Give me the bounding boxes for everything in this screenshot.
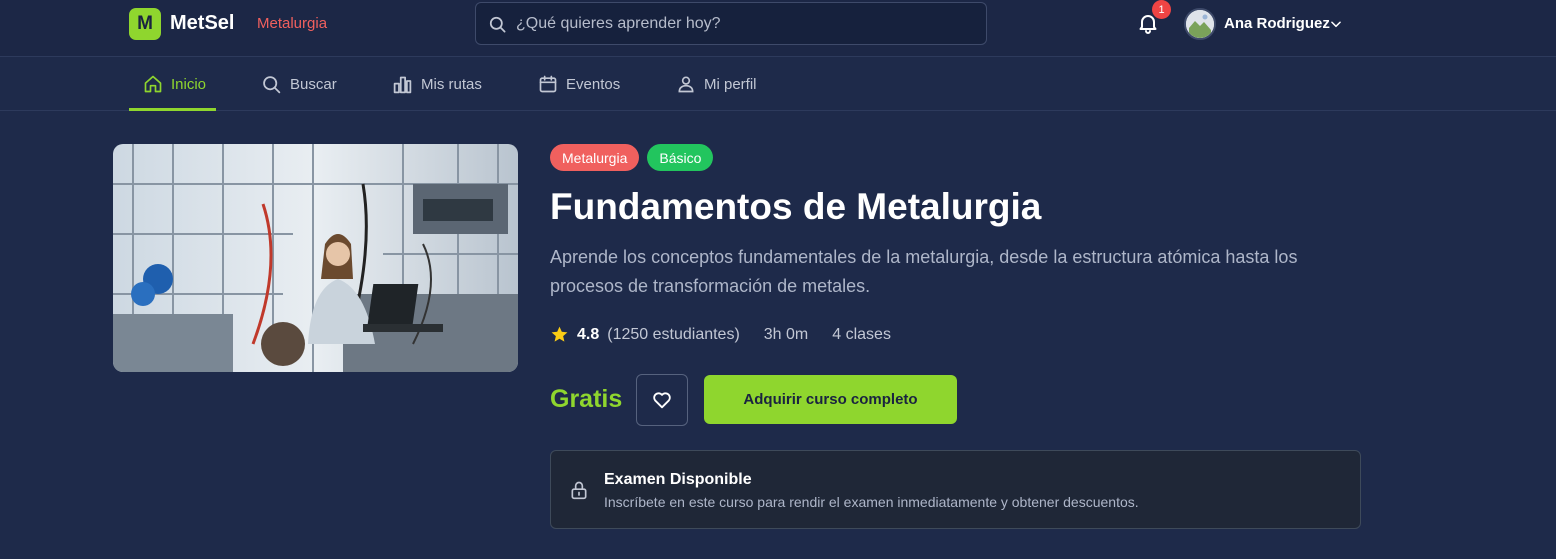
course-description: Aprende los conceptos fundamentales de l… [550, 247, 1298, 296]
search-icon [489, 16, 506, 33]
avatar[interactable] [1184, 8, 1216, 40]
nav-label: Mis rutas [421, 75, 482, 93]
heart-icon [653, 392, 671, 409]
home-icon [144, 75, 162, 93]
nav-item-inicio[interactable]: Inicio [143, 57, 206, 111]
buy-course-button[interactable]: Adquirir curso completo [704, 375, 957, 424]
search-bar [475, 2, 987, 45]
avatar-placeholder-icon [1186, 10, 1214, 38]
nav-label: Eventos [566, 75, 621, 93]
search-icon [263, 75, 281, 93]
brand-name[interactable]: MetSel [170, 12, 234, 35]
nav-item-mi-perfil[interactable]: Mi perfil [676, 57, 757, 111]
nav-label: Mi perfil [704, 75, 757, 93]
lock-icon [571, 481, 587, 500]
course-badges: Metalurgia Básico [550, 144, 714, 171]
course-stats: 4.8 (1250 estudiantes) 3h 0m 4 clases [550, 325, 891, 344]
notification-badge: 1 [1152, 0, 1171, 19]
class-count: 4 clases [832, 325, 891, 343]
star-icon [551, 326, 568, 342]
category-badge: Metalurgia [550, 144, 640, 171]
rating-value: 4.8 [577, 325, 600, 343]
exam-notice-card: Examen Disponible Inscríbete en este cur… [550, 450, 1361, 529]
chart-icon [393, 76, 412, 93]
course-title: Fundamentos de Metalurgia [550, 186, 1042, 227]
nav-item-mis-rutas[interactable]: Mis rutas [392, 57, 482, 111]
search-input[interactable] [516, 3, 976, 44]
user-name[interactable]: Ana Rodriguez [1224, 15, 1330, 32]
favorite-button[interactable] [636, 374, 688, 426]
nav-label: Inicio [171, 75, 207, 93]
user-icon [678, 76, 694, 93]
calendar-icon [539, 75, 557, 93]
course-price: Gratis [550, 385, 623, 413]
level-badge: Básico [647, 144, 714, 171]
chevron-down-icon[interactable] [1329, 17, 1343, 31]
top-bar: M MetSel Metalurgia 1 Ana Rodriguez [0, 0, 1556, 57]
exam-subtitle: Inscríbete en este curso para rendir el … [604, 494, 1139, 510]
course-duration: 3h 0m [763, 325, 809, 343]
logo[interactable]: M [129, 8, 161, 40]
active-tab-indicator [129, 108, 216, 111]
nav-label: Buscar [290, 75, 337, 93]
brand-tag: Metalurgia [257, 15, 328, 32]
students-count: (1250 estudiantes) [607, 325, 740, 343]
nav-item-eventos[interactable]: Eventos [538, 57, 620, 111]
course-image [113, 144, 518, 372]
main-nav: Inicio Buscar Mis rutas Eventos Mi perfi… [0, 57, 1556, 111]
exam-title: Examen Disponible [604, 471, 752, 488]
nav-item-buscar[interactable]: Buscar [261, 57, 337, 111]
